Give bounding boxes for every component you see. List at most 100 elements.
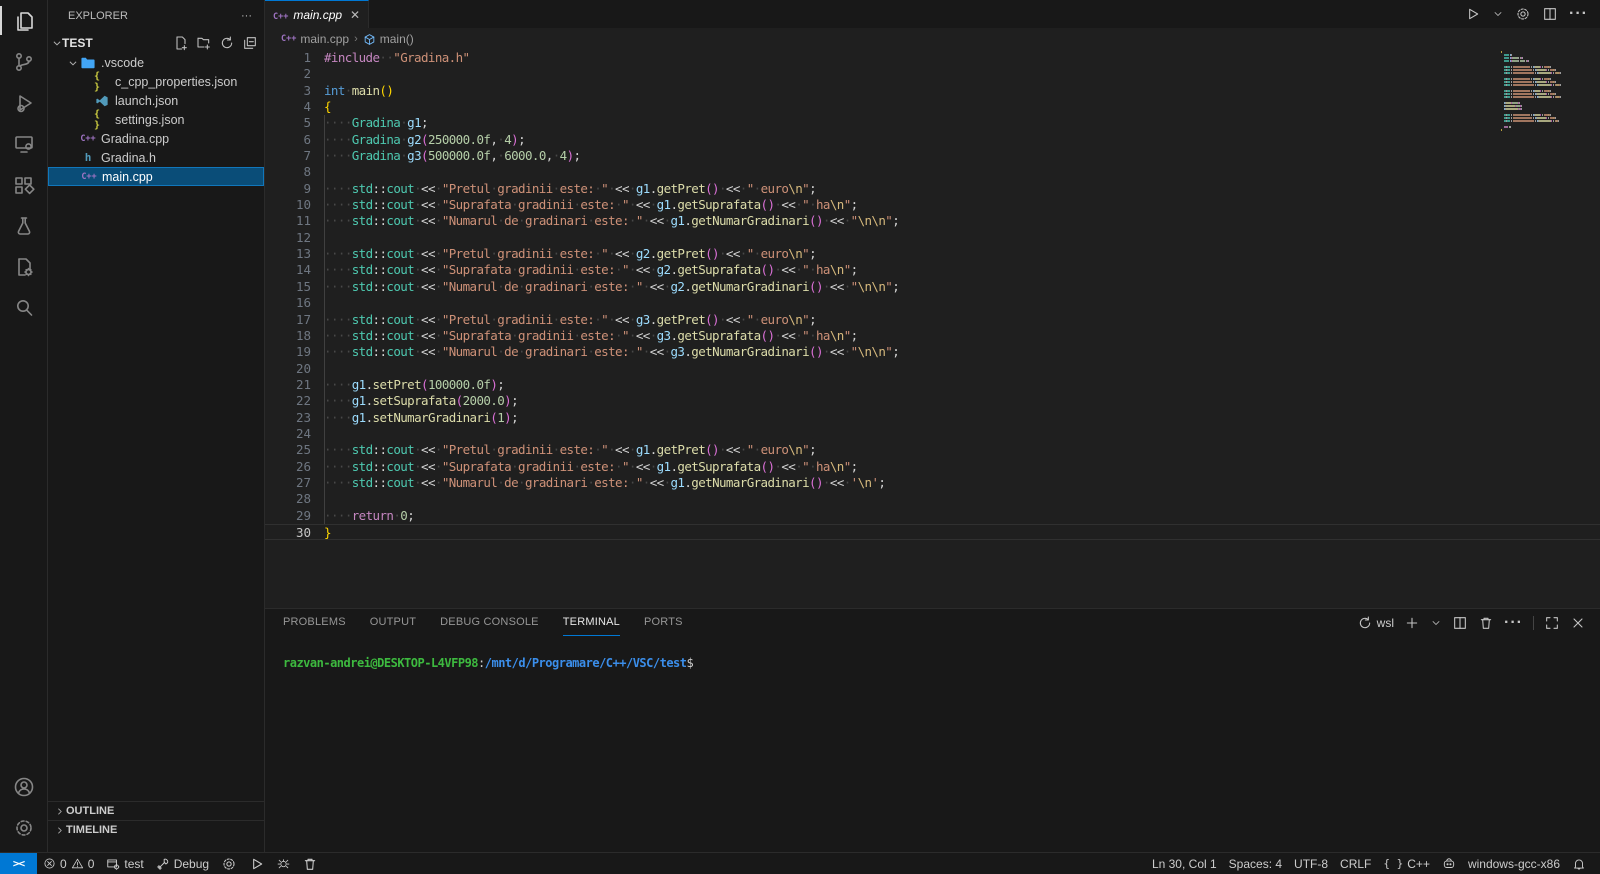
status-cpp-configuration[interactable]: windows-gcc-x86: [1462, 857, 1566, 871]
activity-settings-gear-icon[interactable]: [0, 807, 48, 848]
status-text: C++: [1407, 857, 1430, 871]
status-copilot[interactable]: [1436, 857, 1462, 871]
code-line[interactable]: 4{: [265, 99, 1600, 115]
section-outline[interactable]: OUTLINE: [48, 801, 264, 820]
code-line[interactable]: 17····std::cout·<<·"Pretul·gradinii·este…: [265, 312, 1600, 328]
maximize-icon[interactable]: [1544, 615, 1560, 631]
panel-tab-ports[interactable]: PORTS: [644, 609, 683, 636]
tree-item-Gradina.h[interactable]: hGradina.h: [48, 148, 264, 167]
tree-item-c_cpp_properties.json[interactable]: { }c_cpp_properties.json: [48, 72, 264, 91]
status-debug[interactable]: [271, 857, 296, 870]
chevron-down-icon[interactable]: [1492, 8, 1504, 20]
code-line[interactable]: 14····std::cout·<<·"Suprafata·gradinii·e…: [265, 262, 1600, 278]
terminal[interactable]: razvan-andrei@DESKTOP-L4VFP98:/mnt/d/Pro…: [265, 636, 1600, 670]
activity-remote-explorer-icon[interactable]: [0, 123, 48, 164]
plus-icon[interactable]: [1404, 615, 1420, 631]
code-line[interactable]: 9····std::cout·<<·"Pretul·gradinii·este:…: [265, 181, 1600, 197]
tree-item-main.cpp[interactable]: C++main.cpp: [48, 167, 264, 186]
status-launch-target[interactable]: Debug: [150, 857, 215, 871]
code-line[interactable]: 8: [265, 164, 1600, 180]
panel-tab-problems[interactable]: PROBLEMS: [283, 609, 346, 636]
copilot-icon: [1442, 857, 1456, 871]
panel-tab-terminal[interactable]: TERMINAL: [563, 609, 620, 636]
tree-item-Gradina.cpp[interactable]: C++Gradina.cpp: [48, 129, 264, 148]
status-eol[interactable]: CRLF: [1334, 857, 1377, 871]
tree-item-settings.json[interactable]: { }settings.json: [48, 110, 264, 129]
status-run[interactable]: [243, 856, 271, 872]
tree-item-.vscode[interactable]: .vscode: [48, 53, 264, 72]
status-indentation[interactable]: Spaces: 4: [1223, 857, 1288, 871]
activity-files-icon[interactable]: [0, 0, 48, 41]
split-editor-icon[interactable]: [1542, 6, 1558, 22]
close-icon[interactable]: [1570, 615, 1586, 631]
code-line[interactable]: 22····g1.setSuprafata(2000.0);: [265, 393, 1600, 409]
section-timeline[interactable]: TIMELINE: [48, 820, 264, 839]
breadcrumb-item-main.cpp[interactable]: C++main.cpp: [281, 32, 349, 46]
activity-makefile-icon[interactable]: [0, 246, 48, 287]
status-encoding[interactable]: UTF-8: [1288, 857, 1334, 871]
code-line[interactable]: 20: [265, 361, 1600, 377]
activity-extensions-icon[interactable]: [0, 164, 48, 205]
code-line[interactable]: 30}: [265, 524, 1600, 540]
more-icon[interactable]: ···: [1504, 614, 1523, 632]
trash-icon[interactable]: [1478, 615, 1494, 631]
code-line[interactable]: 11····std::cout·<<·"Numarul·de·gradinari…: [265, 213, 1600, 229]
panel-tab-output[interactable]: OUTPUT: [370, 609, 416, 636]
code-line[interactable]: 6····Gradina·g2(250000.0f,·4);: [265, 132, 1600, 148]
sync-icon[interactable]: [1357, 615, 1373, 631]
code-line[interactable]: 2: [265, 66, 1600, 82]
code-line[interactable]: 25····std::cout·<<·"Pretul·gradinii·este…: [265, 442, 1600, 458]
chevron-down-icon[interactable]: [1430, 617, 1442, 629]
code-line[interactable]: 28: [265, 491, 1600, 507]
code-line[interactable]: 19····std::cout·<<·"Numarul·de·gradinari…: [265, 344, 1600, 360]
activity-testing-icon[interactable]: [0, 205, 48, 246]
code-line[interactable]: 27····std::cout·<<·"Numarul·de·gradinari…: [265, 475, 1600, 491]
more-icon[interactable]: ···: [1569, 5, 1588, 23]
remote-wsl-indicator[interactable]: ><: [0, 853, 37, 874]
code-editor[interactable]: 1#include··"Gradina.h"23int·main()4{5···…: [265, 50, 1600, 608]
status-notifications[interactable]: [1566, 857, 1592, 871]
code-line[interactable]: 13····std::cout·<<·"Pretul·gradinii·este…: [265, 246, 1600, 262]
code-line[interactable]: 29····return·0;: [265, 508, 1600, 524]
status-makefile-build-target[interactable]: test: [100, 857, 149, 871]
new-folder-icon[interactable]: [196, 35, 212, 51]
code-line[interactable]: 1#include··"Gradina.h": [265, 50, 1600, 66]
status-clean[interactable]: [296, 856, 324, 872]
code-line[interactable]: 12: [265, 230, 1600, 246]
code-line[interactable]: 5····Gradina·g1;: [265, 115, 1600, 131]
code-line[interactable]: 24: [265, 426, 1600, 442]
code-line[interactable]: 18····std::cout·<<·"Suprafata·gradinii·e…: [265, 328, 1600, 344]
code-line[interactable]: 26····std::cout·<<·"Suprafata·gradinii·e…: [265, 459, 1600, 475]
tab-main-cpp[interactable]: C++ main.cpp ✕: [265, 0, 369, 28]
collapse-all-icon[interactable]: [242, 35, 258, 51]
tree-root-test[interactable]: TEST: [48, 32, 264, 53]
activity-source-control-icon[interactable]: [0, 41, 48, 82]
code-line[interactable]: 3int·main(): [265, 83, 1600, 99]
activity-account-icon[interactable]: [0, 766, 48, 807]
gear-icon[interactable]: [1515, 6, 1531, 22]
chevron-down-icon[interactable]: [66, 58, 80, 68]
chevron-down-icon[interactable]: [52, 38, 62, 48]
activity-run-debug-icon[interactable]: [0, 82, 48, 123]
close-tab-icon[interactable]: ✕: [350, 8, 360, 22]
minimap[interactable]: [1501, 50, 1586, 132]
status-configure[interactable]: [215, 856, 243, 872]
more-actions-icon[interactable]: ···: [241, 10, 252, 22]
code-line[interactable]: 23····g1.setNumarGradinari(1);: [265, 410, 1600, 426]
refresh-icon[interactable]: [219, 35, 235, 51]
code-line[interactable]: 15····std::cout·<<·"Numarul·de·gradinari…: [265, 279, 1600, 295]
status-language-mode[interactable]: { }C++: [1377, 857, 1436, 871]
new-file-icon[interactable]: [173, 35, 189, 51]
code-line[interactable]: 10····std::cout·<<·"Suprafata·gradinii·e…: [265, 197, 1600, 213]
panel-tab-debug-console[interactable]: DEBUG CONSOLE: [440, 609, 539, 636]
code-line[interactable]: 7····Gradina·g3(500000.0f,·6000.0,·4);: [265, 148, 1600, 164]
play-icon[interactable]: [1465, 6, 1481, 22]
breadcrumb-item-main()[interactable]: main(): [363, 32, 414, 46]
activity-search-icon[interactable]: [0, 287, 48, 328]
status-problems[interactable]: 00: [37, 857, 100, 871]
split-panel-icon[interactable]: [1452, 615, 1468, 631]
status-cursor-position[interactable]: Ln 30, Col 1: [1146, 857, 1223, 871]
code-line[interactable]: 21····g1.setPret(100000.0f);: [265, 377, 1600, 393]
code-line[interactable]: 16: [265, 295, 1600, 311]
tree-item-launch.json[interactable]: launch.json: [48, 91, 264, 110]
